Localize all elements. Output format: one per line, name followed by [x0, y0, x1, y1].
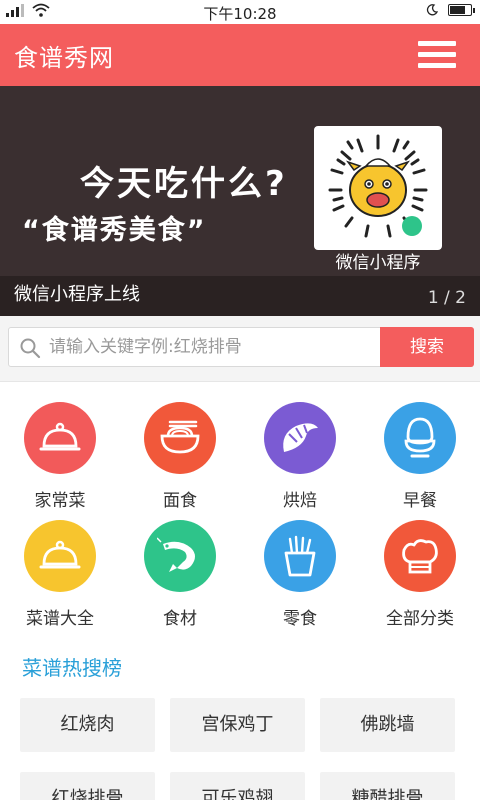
category-label: 全部分类: [386, 609, 454, 629]
egg-cup-icon: [404, 417, 436, 458]
status-right: [426, 4, 475, 16]
category-icon-bg: [264, 520, 336, 592]
search-box: 搜索: [8, 327, 474, 367]
category-snacks[interactable]: 零食: [240, 520, 360, 629]
category-label: 烘焙: [283, 491, 317, 511]
hot-tag[interactable]: 宫保鸡丁: [170, 698, 305, 752]
category-ingredients[interactable]: 食材: [120, 520, 240, 629]
hot-tag[interactable]: 红烧肉: [20, 698, 155, 752]
category-recipes-all[interactable]: 菜谱大全: [0, 520, 120, 629]
search-input[interactable]: [49, 328, 379, 366]
search-bar: 搜索: [0, 316, 480, 382]
category-noodles[interactable]: 面食: [120, 402, 240, 511]
banner-subline: “食谱秀美食”: [22, 215, 207, 246]
banner-headline: 今天吃什么?: [80, 164, 288, 204]
banner-pager: 1 / 2: [427, 288, 466, 308]
hot-search-title: 菜谱热搜榜: [22, 656, 122, 680]
category-label: 食材: [163, 609, 197, 629]
category-icon-bg: [264, 402, 336, 474]
battery-icon: [448, 4, 475, 16]
cloche-icon: [39, 422, 81, 451]
cloche-icon: [39, 540, 81, 569]
croissant-icon: [283, 423, 318, 452]
search-button[interactable]: 搜索: [380, 327, 474, 367]
hamburger-menu-icon[interactable]: [418, 41, 456, 69]
category-label: 家常菜: [34, 491, 86, 511]
shrimp-icon: [157, 537, 195, 572]
category-baking[interactable]: 烘焙: [240, 402, 360, 511]
category-breakfast[interactable]: 早餐: [360, 402, 480, 511]
category-label: 菜谱大全: [26, 609, 94, 629]
app-bar: 食谱秀网: [0, 24, 480, 86]
qr-code-image: [314, 126, 442, 250]
category-all[interactable]: 全部分类: [360, 520, 480, 629]
category-icon-bg: [24, 402, 96, 474]
category-icon-bg: [144, 520, 216, 592]
hot-tag[interactable]: 佛跳墙: [320, 698, 455, 752]
hot-tag[interactable]: 糖醋排骨: [320, 772, 455, 800]
clock: 下午10:28: [203, 5, 277, 23]
fries-icon: [284, 535, 316, 577]
status-bar: 下午10:28: [0, 0, 480, 24]
category-icon-bg: [384, 402, 456, 474]
category-label: 早餐: [403, 491, 437, 511]
category-icon-bg: [144, 402, 216, 474]
category-icon-bg: [384, 520, 456, 592]
moon-icon: [426, 4, 438, 16]
banner-caption: 微信小程序上线: [14, 284, 140, 305]
promo-banner[interactable]: 今天吃什么? “食谱秀美食” 微信小程序 微信小程序上线 1 / 2: [0, 86, 480, 316]
category-label: 面食: [163, 491, 197, 511]
noodle-bowl-icon: [160, 420, 200, 454]
app-title: 食谱秀网: [14, 44, 114, 72]
chef-hat-icon: [402, 539, 438, 574]
category-label: 零食: [283, 609, 317, 629]
hot-tag[interactable]: 可乐鸡翅: [170, 772, 305, 800]
hot-tag[interactable]: 红烧排骨: [20, 772, 155, 800]
category-icon-bg: [24, 520, 96, 592]
category-home-cooking[interactable]: 家常菜: [0, 402, 120, 511]
qr-label: 微信小程序: [335, 253, 421, 273]
search-icon: [20, 338, 41, 359]
